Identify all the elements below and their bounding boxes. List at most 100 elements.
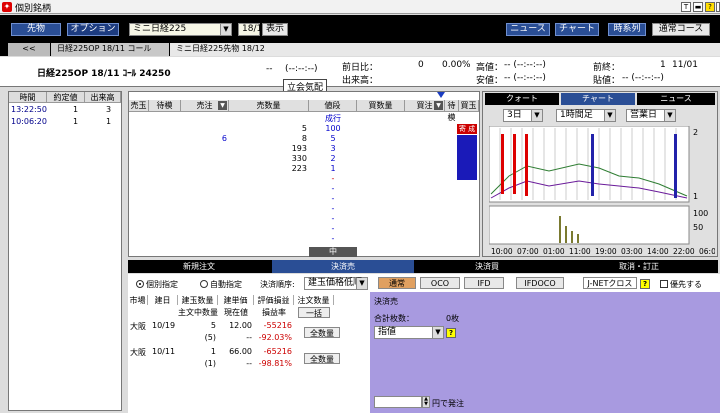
x-tick-label: 07:00 xyxy=(517,247,539,256)
order-header: 注文数量 xyxy=(294,295,334,305)
product-select[interactable]: ミニ日経225 ▼ xyxy=(129,23,232,36)
book-row: - xyxy=(129,174,479,184)
price-input[interactable] xyxy=(374,396,422,408)
row-price: 66.00 xyxy=(229,347,252,356)
radio-auto[interactable] xyxy=(200,280,208,288)
all-quantity-button[interactable]: 全数量 xyxy=(304,353,340,364)
tick-header-volume: 出来高 xyxy=(85,92,121,103)
all-quantity-button[interactable]: 全数量 xyxy=(304,327,340,338)
high-label: 高値： xyxy=(476,63,504,73)
ifd-button[interactable]: IFD xyxy=(464,277,504,289)
tick-row: 10:06:20 1 1 xyxy=(11,117,112,126)
oco-button[interactable]: OCO xyxy=(420,277,460,289)
period-select[interactable]: 3日 ▼ xyxy=(503,109,543,122)
order-header: 建単価 xyxy=(218,295,254,305)
prev-label: 前終： xyxy=(593,63,621,73)
tab-chart[interactable]: チャート xyxy=(561,93,635,105)
high-value: -- (--:--:--) xyxy=(504,60,546,70)
pin-icon[interactable]: T xyxy=(681,2,691,12)
price-cell[interactable]: 1 xyxy=(309,164,357,173)
futures-button[interactable]: 先物 xyxy=(11,23,61,36)
price-chart: 2 1 100 50 10:00 07:00 01:00 11:00 19:00 03:0… xyxy=(489,126,715,256)
priority-checkbox[interactable] xyxy=(660,280,668,288)
volume-bar xyxy=(559,216,561,243)
price-cell[interactable]: - xyxy=(309,214,357,223)
close-icon[interactable] xyxy=(716,2,720,12)
help-icon[interactable]: ? xyxy=(705,2,715,12)
book-header-sell-qty: 売数量 xyxy=(229,100,309,112)
timeseries-button[interactable]: 時系列 xyxy=(608,23,646,36)
sell-qty: 8 xyxy=(301,134,307,143)
book-row: - xyxy=(129,194,479,204)
prev-date: 11/01 xyxy=(672,60,698,70)
tab-option[interactable]: 日経225OP 18/11 コール 24250 xyxy=(51,43,169,65)
tab-mini-futures[interactable]: ミニ日経225先物 18/12 xyxy=(170,43,720,56)
chevron-down-icon: ▼ xyxy=(220,24,231,35)
instrument-name: 日経225OP 18/11 ｺｰﾙ 24250 xyxy=(37,69,171,79)
price-cell[interactable]: - xyxy=(309,184,357,193)
price-stepper[interactable]: ▲ ▼ xyxy=(422,396,430,408)
tab-bar: << 日経225OP 18/11 コール 24250 ミニ日経225先物 18/… xyxy=(0,41,720,65)
book-row: 330 2 xyxy=(129,154,479,164)
jnet-button[interactable]: J-NETクロス xyxy=(583,277,637,289)
options-button[interactable]: オプション xyxy=(67,23,119,36)
price-cell[interactable]: 5 xyxy=(309,134,357,143)
price-cell[interactable]: - xyxy=(309,224,357,233)
row-rate: -92.03% xyxy=(258,333,292,342)
order-header: 建日 xyxy=(148,295,178,305)
tab-news[interactable]: ニュース xyxy=(637,93,715,105)
x-axis-labels: 10:00 07:00 01:00 11:00 19:00 03:00 14:00 22:00… xyxy=(491,247,715,256)
order-sequence-select[interactable]: 建玉価格低順 ▼ xyxy=(304,277,368,290)
chevron-down-icon: ▼ xyxy=(434,101,443,110)
price-cell[interactable]: - xyxy=(309,234,357,243)
tick-row: 13:22:50 1 3 xyxy=(11,105,112,114)
order-header: 建玉数量 xyxy=(178,295,218,305)
x-tick-label: 14:00 xyxy=(647,247,669,256)
price-cell[interactable]: 2 xyxy=(309,154,357,163)
tab-close-buy[interactable]: 決済買 xyxy=(416,260,558,273)
price-cell[interactable]: - xyxy=(309,174,357,183)
book-header-buy-order[interactable]: 買注 ▼ xyxy=(405,100,445,112)
mode-select[interactable]: 営業日 ▼ xyxy=(626,109,676,122)
help-icon[interactable]: ? xyxy=(446,328,456,338)
tab-new-order[interactable]: 新規注文 xyxy=(128,260,270,273)
normal-button[interactable]: 通常 xyxy=(378,277,416,289)
book-row-market: 成行 xyxy=(325,114,341,123)
center-button[interactable]: 中 xyxy=(309,247,357,257)
volume-bar xyxy=(571,231,573,243)
close-sell-form: 決済売 合計枚数： 0枚 指値 ▼ ? ▲ ▼ 円で発注 xyxy=(370,292,720,413)
low-label: 安値： xyxy=(476,76,504,86)
price-cell[interactable]: - xyxy=(309,194,357,203)
minimize-icon[interactable]: ▬ xyxy=(693,2,703,12)
tabs-prev-button[interactable]: << xyxy=(8,43,50,56)
tab-cancel-modify[interactable]: 取消・訂正 xyxy=(560,260,718,273)
ifdoco-button[interactable]: IFDOCO xyxy=(516,277,564,289)
chart-button[interactable]: チャート xyxy=(555,23,599,36)
news-button[interactable]: ニュース xyxy=(506,23,550,36)
book-header-sell-order[interactable]: 売注 ▼ xyxy=(181,100,229,112)
course-button[interactable]: 通常コース xyxy=(652,23,710,36)
bulk-button[interactable]: 一括 xyxy=(298,307,330,318)
volume-plot-area xyxy=(489,205,690,245)
book-row: - xyxy=(129,234,479,244)
radio-individual[interactable] xyxy=(136,280,144,288)
low-value: -- (--:--:--) xyxy=(504,73,546,83)
row-qty: 5 xyxy=(210,321,216,330)
interval-select[interactable]: 1時間足 ▼ xyxy=(556,109,616,122)
row-current: -- xyxy=(246,333,252,342)
tab-quote[interactable]: クォート xyxy=(485,93,559,105)
candle-red xyxy=(501,134,504,194)
tab-close-sell[interactable]: 決済売 xyxy=(272,260,414,273)
book-header-sell-wait: 待模 xyxy=(149,100,181,112)
price-type-select[interactable]: 指値 ▼ xyxy=(374,326,444,339)
candle-blue xyxy=(591,134,594,196)
price-cell[interactable]: - xyxy=(309,204,357,213)
help-icon[interactable]: ? xyxy=(640,279,650,289)
show-button[interactable]: 表示 xyxy=(262,23,288,36)
x-tick-label: 11:00 xyxy=(569,247,591,256)
price-cell[interactable]: 3 xyxy=(309,144,357,153)
quote-info: 日経225OP 18/11 ｺｰﾙ 24250 -- (--:--:--) 前日… xyxy=(0,57,720,94)
price-cell[interactable]: 100 xyxy=(309,124,357,133)
month-select-box[interactable]: 18/12 xyxy=(238,23,268,36)
form-title: 決済売 xyxy=(374,297,398,306)
